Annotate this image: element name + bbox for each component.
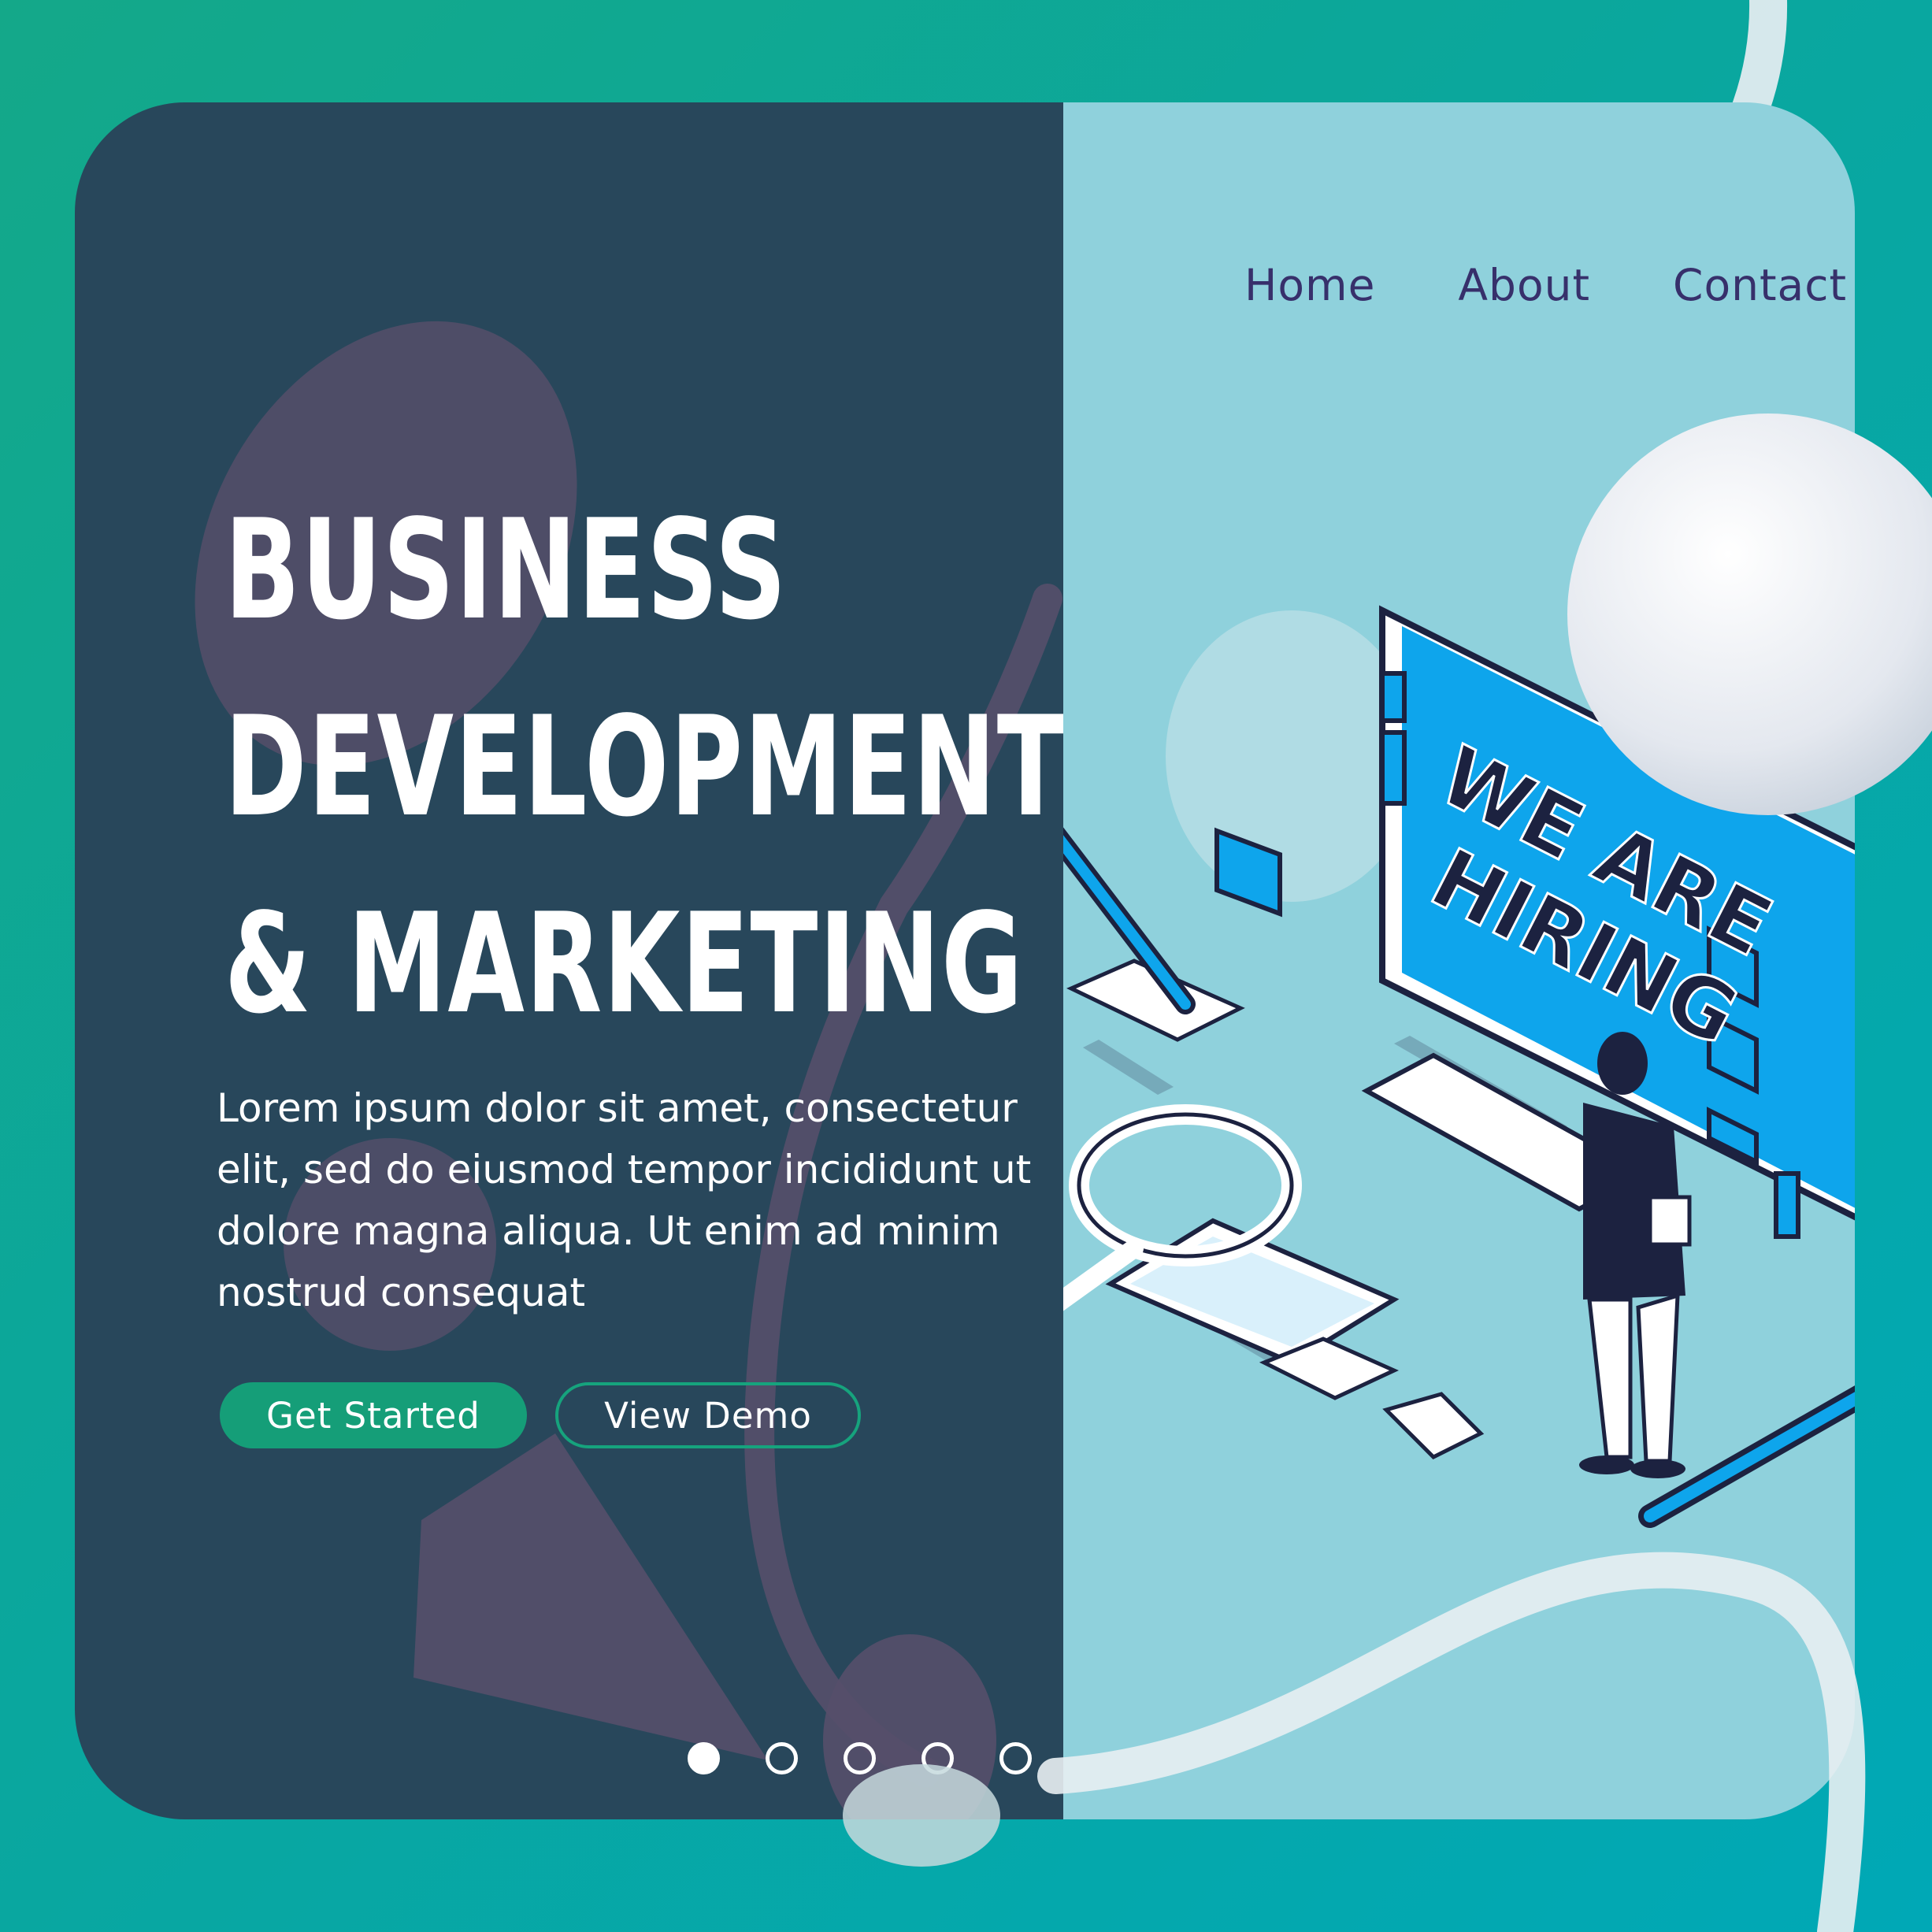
carousel-dot-3[interactable] [844, 1742, 876, 1774]
get-started-button[interactable]: Get Started [220, 1382, 527, 1448]
carousel-pagination [688, 1742, 1032, 1774]
carousel-dot-4[interactable] [922, 1742, 954, 1774]
nav-home-link[interactable]: Home [1244, 260, 1375, 310]
person [1579, 1032, 1692, 1478]
top-navigation: Home About Contact [1244, 260, 1847, 310]
hero-card: BUSINESS DEVELOPMENT & MARKETING Lorem i… [75, 102, 1855, 1819]
carousel-dot-2[interactable] [766, 1742, 798, 1774]
carousel-dot-1[interactable] [688, 1742, 720, 1774]
hero-description: Lorem ipsum dolor sit amet, consectetur … [217, 1085, 1032, 1315]
hero-headline: BUSINESS DEVELOPMENT & MARKETING [224, 473, 1066, 1063]
sign-line-1: WE ARE [1425, 728, 1787, 976]
monitor [1379, 605, 1855, 1221]
headline-line-3: & MARKETING [224, 884, 1024, 1044]
hiring-illustration: WE ARE HIRING [1063, 605, 1855, 1528]
right-panel: WE ARE HIRING Home About Contact [1063, 102, 1855, 1819]
headline-line-2: DEVELOPMENT [224, 688, 1066, 847]
sign-line-2: HIRING [1417, 830, 1753, 1065]
view-demo-button[interactable]: View Demo [555, 1382, 861, 1448]
nav-about-link[interactable]: About [1458, 260, 1590, 310]
left-panel: BUSINESS DEVELOPMENT & MARKETING Lorem i… [75, 102, 1066, 1819]
nav-contact-link[interactable]: Contact [1673, 260, 1847, 310]
headline-line-1: BUSINESS [224, 491, 788, 651]
carousel-dot-5[interactable] [999, 1742, 1032, 1774]
